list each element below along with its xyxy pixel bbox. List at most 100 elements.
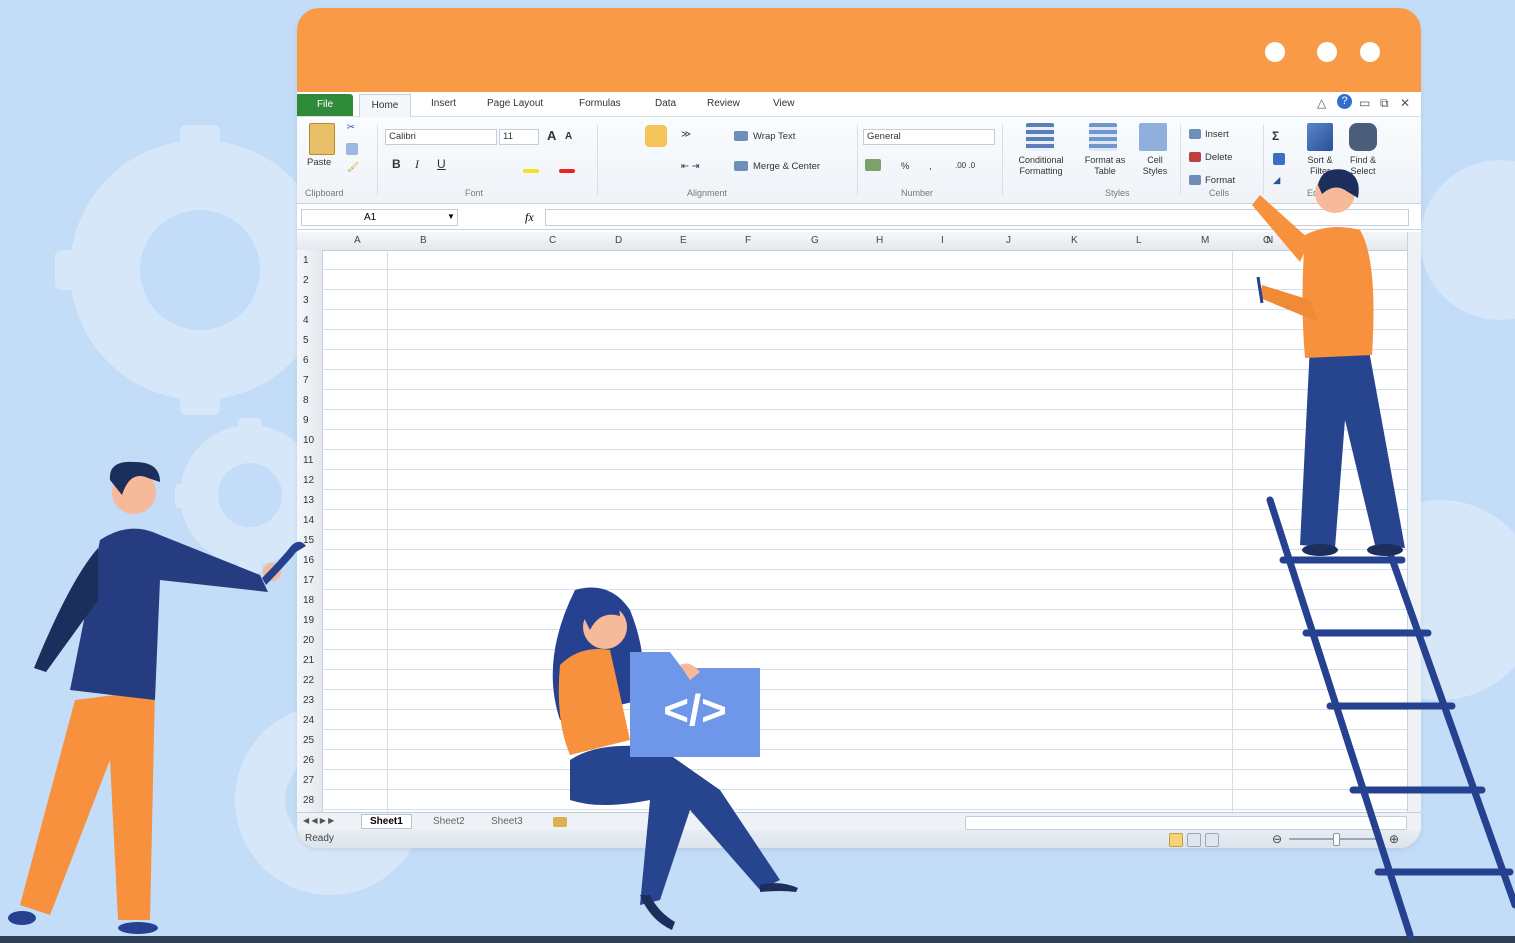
column-header[interactable]: H	[876, 235, 883, 246]
row-header[interactable]: 12	[303, 475, 314, 486]
decimal-icon[interactable]: .00 .0	[955, 161, 975, 170]
row-header[interactable]: 3	[303, 295, 309, 306]
autosum-button[interactable]: Σ	[1272, 129, 1279, 143]
formula-input[interactable]	[545, 209, 1409, 226]
row-header[interactable]: 7	[303, 375, 309, 386]
row-header[interactable]: 16	[303, 555, 314, 566]
row-header[interactable]: 27	[303, 775, 314, 786]
tab-insert[interactable]: Insert	[431, 98, 456, 109]
paste-icon[interactable]	[309, 123, 335, 155]
column-header[interactable]: L	[1136, 235, 1142, 246]
sort-filter-icon[interactable]	[1307, 123, 1333, 151]
insert-sheet-icon[interactable]	[553, 817, 567, 827]
delete-cells-icon[interactable]	[1189, 152, 1201, 162]
font-name-select[interactable]: Calibri	[385, 129, 497, 145]
format-as-table-button[interactable]: Format as Table	[1077, 155, 1133, 177]
row-header[interactable]: 21	[303, 655, 314, 666]
format-as-table-icon[interactable]	[1089, 123, 1117, 151]
column-header[interactable]: J	[1006, 235, 1011, 246]
row-header[interactable]: 22	[303, 675, 314, 686]
row-header[interactable]: 17	[303, 575, 314, 586]
help-icon[interactable]: ?	[1337, 94, 1352, 109]
wrap-text-button[interactable]: Wrap Text	[753, 131, 795, 142]
page-layout-view-icon[interactable]	[1187, 833, 1201, 847]
cell-grid[interactable]	[322, 250, 1407, 812]
restore-icon[interactable]: ⧉	[1380, 96, 1389, 111]
tab-view[interactable]: View	[773, 98, 795, 109]
currency-icon[interactable]	[865, 159, 881, 171]
number-format-select[interactable]: General	[863, 129, 995, 145]
shrink-font-button[interactable]: A	[565, 131, 572, 142]
tab-formulas[interactable]: Formulas	[579, 98, 621, 109]
row-header[interactable]: 26	[303, 755, 314, 766]
row-header[interactable]: 2	[303, 275, 309, 286]
grow-font-button[interactable]: A	[547, 128, 556, 143]
format-cells-button[interactable]: Format	[1205, 175, 1235, 186]
row-header[interactable]: 24	[303, 715, 314, 726]
column-header[interactable]: O	[1263, 235, 1271, 246]
italic-button[interactable]: I	[415, 157, 419, 172]
minimize-ribbon-icon[interactable]: △	[1317, 96, 1326, 110]
column-header[interactable]: B	[420, 235, 427, 246]
name-box[interactable]: A1 ▼	[301, 209, 458, 226]
tab-data[interactable]: Data	[655, 98, 676, 109]
row-header[interactable]: 4	[303, 315, 309, 326]
font-size-select[interactable]: 11	[499, 129, 539, 145]
sheet-tab-2[interactable]: Sheet2	[425, 815, 473, 828]
minimize-icon[interactable]: ▭	[1359, 96, 1370, 110]
percent-button[interactable]: %	[901, 161, 909, 172]
bold-button[interactable]: B	[392, 157, 401, 171]
row-header[interactable]: 13	[303, 495, 314, 506]
row-header[interactable]: 14	[303, 515, 314, 526]
cut-icon[interactable]: ✂	[347, 122, 355, 133]
row-header[interactable]: 18	[303, 595, 314, 606]
column-header[interactable]: A	[354, 235, 361, 246]
conditional-formatting-icon[interactable]	[1026, 123, 1054, 151]
merge-center-icon[interactable]	[734, 161, 748, 171]
zoom-out-icon[interactable]: ⊖	[1272, 832, 1282, 846]
column-header[interactable]: E	[680, 235, 687, 246]
insert-cells-icon[interactable]	[1189, 129, 1201, 139]
row-header[interactable]: 19	[303, 615, 314, 626]
sheet-tab-1[interactable]: Sheet1	[361, 814, 412, 829]
vertical-scrollbar[interactable]	[1407, 232, 1421, 812]
column-header[interactable]: M	[1201, 235, 1209, 246]
underline-button[interactable]: U	[437, 157, 446, 171]
row-header[interactable]: 1	[303, 255, 309, 266]
orientation-icon[interactable]: ≫	[681, 129, 691, 140]
row-header[interactable]: 5	[303, 335, 309, 346]
column-header[interactable]: C	[549, 235, 556, 246]
cell-styles-button[interactable]: Cell Styles	[1135, 155, 1175, 177]
column-header[interactable]: K	[1071, 235, 1078, 246]
conditional-formatting-button[interactable]: Conditional Formatting	[1009, 155, 1073, 177]
format-painter-icon[interactable]: 🖌	[347, 162, 359, 173]
find-select-button[interactable]: Find & Select	[1343, 155, 1383, 177]
window-dot-icon[interactable]	[1317, 42, 1337, 62]
column-header[interactable]: G	[811, 235, 819, 246]
close-icon[interactable]: ✕	[1400, 96, 1410, 110]
paste-button[interactable]: Paste	[307, 157, 331, 168]
row-header[interactable]: 25	[303, 735, 314, 746]
cell-styles-icon[interactable]	[1139, 123, 1167, 151]
sort-filter-button[interactable]: Sort & Filter	[1302, 155, 1338, 177]
normal-view-icon[interactable]	[1169, 833, 1183, 847]
tab-review[interactable]: Review	[707, 98, 740, 109]
sheet-tab-3[interactable]: Sheet3	[483, 815, 531, 828]
font-color-icon[interactable]	[559, 169, 575, 173]
insert-cells-button[interactable]: Insert	[1205, 129, 1229, 140]
merge-center-button[interactable]: Merge & Center	[753, 161, 820, 172]
page-break-view-icon[interactable]	[1205, 833, 1219, 847]
column-header[interactable]: D	[615, 235, 622, 246]
highlight-icon[interactable]	[645, 125, 667, 147]
wrap-text-icon[interactable]	[734, 131, 748, 141]
row-header[interactable]: 8	[303, 395, 309, 406]
zoom-slider-handle[interactable]	[1333, 833, 1340, 846]
window-dot-icon[interactable]	[1265, 42, 1285, 62]
column-header[interactable]: F	[745, 235, 751, 246]
tab-page-layout[interactable]: Page Layout	[487, 98, 543, 109]
delete-cells-button[interactable]: Delete	[1205, 152, 1232, 163]
find-select-icon[interactable]	[1349, 123, 1377, 151]
row-header[interactable]: 23	[303, 695, 314, 706]
select-all-corner[interactable]	[297, 232, 322, 250]
window-dot-icon[interactable]	[1360, 42, 1380, 62]
